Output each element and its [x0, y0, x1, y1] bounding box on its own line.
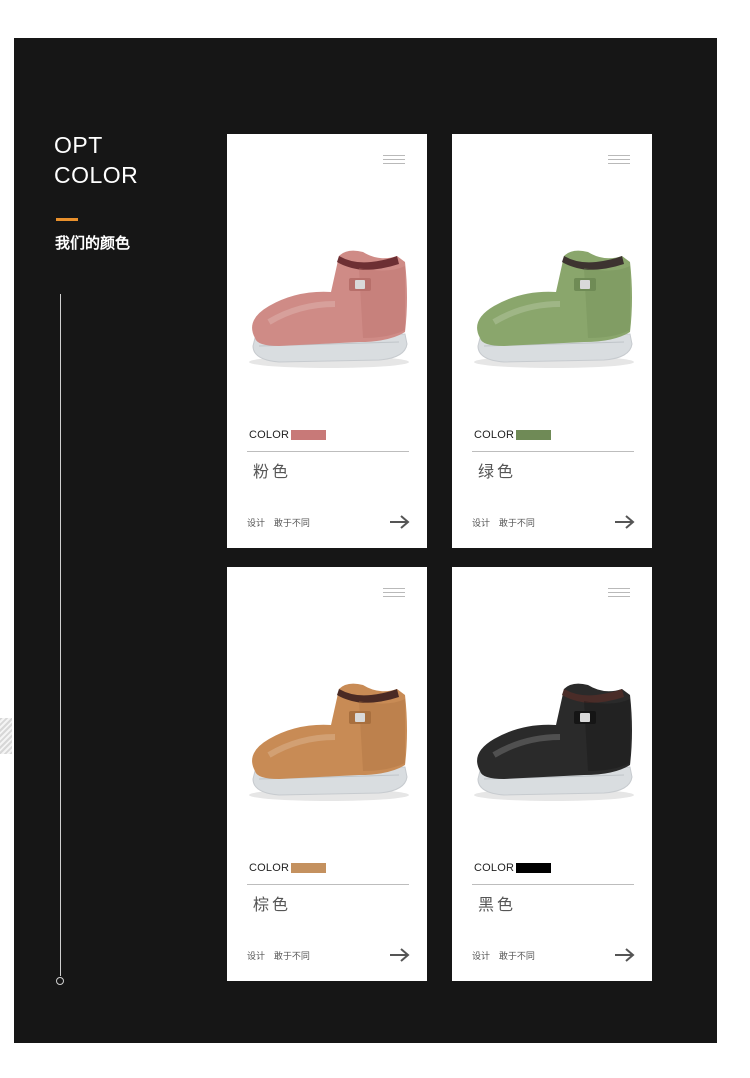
color-name: 棕色: [253, 895, 292, 914]
section-title: OPT COLOR: [54, 130, 138, 190]
color-swatch: [291, 863, 327, 873]
boot-image-brown: [249, 683, 409, 801]
menu-lines-icon: [383, 588, 405, 598]
accent-bar: [56, 218, 78, 221]
color-swatch: [516, 430, 552, 440]
color-name: 黑色: [478, 895, 517, 914]
color-row: COLOR: [249, 429, 327, 441]
edge-pattern: [0, 718, 12, 754]
tagline: 设计 敢于不同: [247, 952, 310, 962]
tagline: 设计 敢于不同: [247, 519, 310, 529]
color-label: COLOR: [249, 862, 290, 874]
arrow-right-icon[interactable]: [389, 514, 411, 530]
color-label: COLOR: [249, 429, 290, 441]
boot-image-green: [474, 250, 634, 368]
color-label: COLOR: [474, 862, 515, 874]
vertical-rule: [60, 294, 61, 976]
color-swatch: [291, 430, 327, 440]
tagline: 设计 敢于不同: [472, 519, 535, 529]
color-card-black[interactable]: COLOR 黑色 设计 敢于不同: [452, 567, 652, 981]
color-swatch: [516, 863, 552, 873]
menu-lines-icon: [608, 155, 630, 165]
divider: [472, 451, 634, 452]
color-name: 绿色: [478, 462, 517, 481]
menu-lines-icon: [608, 588, 630, 598]
color-row: COLOR: [474, 862, 552, 874]
color-card-green[interactable]: COLOR 绿色 设计 敢于不同: [452, 134, 652, 548]
title-line-opt: OPT: [54, 132, 103, 158]
boot-image-pink: [249, 250, 409, 368]
color-row: COLOR: [249, 862, 327, 874]
arrow-right-icon[interactable]: [614, 514, 636, 530]
menu-lines-icon: [383, 155, 405, 165]
section-subtitle: 我们的颜色: [55, 234, 131, 252]
color-card-pink[interactable]: COLOR 粉色 设计 敢于不同: [227, 134, 427, 548]
rule-end-dot: [56, 977, 64, 985]
divider: [247, 451, 409, 452]
arrow-right-icon[interactable]: [614, 947, 636, 963]
divider: [472, 884, 634, 885]
color-label: COLOR: [474, 429, 515, 441]
color-name: 粉色: [253, 462, 292, 481]
color-card-brown[interactable]: COLOR 棕色 设计 敢于不同: [227, 567, 427, 981]
arrow-right-icon[interactable]: [389, 947, 411, 963]
tagline: 设计 敢于不同: [472, 952, 535, 962]
divider: [247, 884, 409, 885]
title-line-color: COLOR: [54, 162, 139, 188]
color-row: COLOR: [474, 429, 552, 441]
boot-image-black: [474, 683, 634, 801]
